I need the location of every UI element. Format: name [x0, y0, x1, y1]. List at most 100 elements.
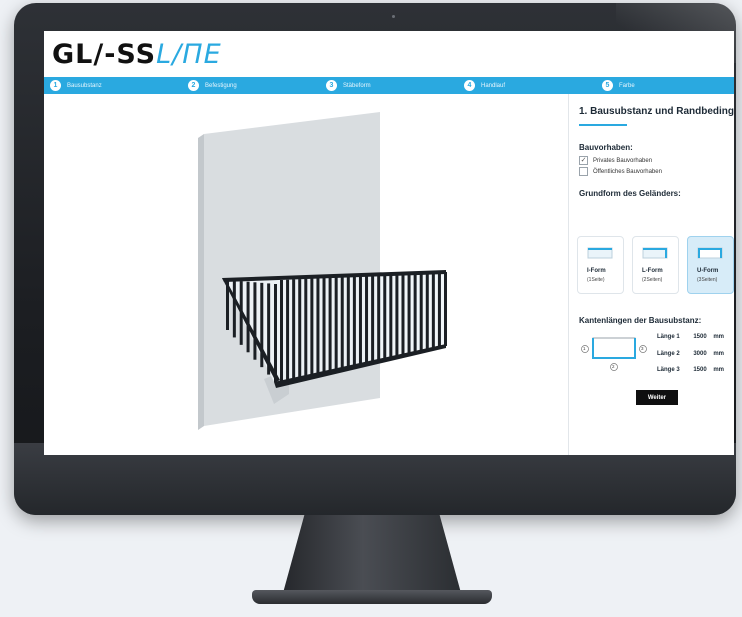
shape-name: U-Form — [697, 268, 719, 274]
edge-value[interactable]: 1500 — [689, 334, 706, 340]
railing-picket — [310, 278, 314, 377]
shape-cards: I-Form (1Seite) L-Form (2Seiten) U-Form … — [577, 236, 734, 294]
railing-picket — [383, 274, 387, 361]
edge-length-row: Länge 2 3000 mm — [657, 351, 724, 357]
checkbox-unchecked[interactable] — [579, 167, 588, 176]
wall-side-face — [198, 134, 204, 430]
glassline-logo: GL/-SSL/ΠE — [52, 39, 222, 71]
edge-name: Länge 1 — [657, 334, 680, 340]
step-navigation: 1 Bausubstanz 2 Befestigung 3 Stäbeform … — [44, 77, 734, 94]
railing-picket — [328, 277, 332, 373]
railing-picket-side — [232, 280, 236, 338]
option-label: Öffentliches Bauvorhaben — [593, 168, 662, 175]
edges-label: Kantenlängen der Bausubstanz: — [579, 316, 702, 325]
edge-marker: 1 — [583, 346, 586, 351]
railing-picket — [419, 273, 423, 352]
step-number: 3 — [326, 80, 337, 91]
monitor-stand — [283, 515, 461, 593]
step-4-handlauf[interactable]: 4 Handlauf — [458, 77, 596, 94]
logo-text-blue: L/ΠE — [156, 39, 222, 70]
railing-picket — [395, 274, 399, 358]
railing-picket — [334, 277, 338, 372]
step-1-bausubstanz[interactable]: 1 Bausubstanz — [44, 77, 182, 94]
step-3-staebeform[interactable]: 3 Stäbeform — [320, 77, 458, 94]
u-form-icon — [697, 247, 723, 259]
i-form-icon — [587, 247, 613, 259]
step-label: Befestigung — [205, 82, 237, 89]
step-label: Handlauf — [481, 82, 506, 89]
camera-dot — [392, 15, 395, 18]
railing-picket — [340, 277, 344, 370]
railing-picket — [377, 275, 381, 362]
railing-picket — [298, 279, 302, 380]
screen: GL/-SSL/ΠE 1 Bausubstanz 2 Befestigung 3… — [44, 31, 734, 455]
railing-picket — [316, 278, 320, 376]
config-panel: 1. Bausubstanz und Randbedingungen Bauvo… — [568, 94, 734, 455]
railing-picket-side — [274, 284, 277, 382]
railing-picket — [407, 273, 411, 355]
edge-value[interactable]: 3000 — [689, 351, 706, 357]
railing-picket — [322, 277, 326, 375]
monitor-frame: GL/-SSL/ΠE 1 Bausubstanz 2 Befestigung 3… — [14, 3, 736, 515]
edge-length-row: Länge 1 1500 mm — [657, 334, 724, 340]
3d-viewport[interactable] — [44, 94, 564, 455]
railing-picket — [292, 279, 296, 382]
railing-picket — [425, 272, 429, 351]
step-label: Stäbeform — [343, 82, 371, 89]
step-5-farbe[interactable]: 5 Farbe — [596, 77, 734, 94]
step-number: 4 — [464, 80, 475, 91]
step-number: 5 — [602, 80, 613, 91]
step-label: Farbe — [619, 82, 635, 89]
shape-card-l-form[interactable]: L-Form (2Seiten) — [632, 236, 679, 294]
edge-marker: 3 — [641, 346, 644, 351]
monitor-base — [252, 590, 492, 604]
option-private[interactable]: ✓ Privates Bauvorhaben — [579, 156, 652, 165]
railing-picket — [444, 272, 447, 346]
railing-picket — [304, 278, 308, 379]
railing-picket — [413, 273, 417, 354]
l-form-icon — [642, 247, 668, 259]
railing-picket-side — [246, 281, 250, 353]
shape-card-i-form[interactable]: I-Form (1Seite) — [577, 236, 624, 294]
railing-picket — [280, 280, 283, 384]
checkbox-checked[interactable]: ✓ — [579, 156, 588, 165]
railing-picket — [358, 276, 362, 366]
edge-value[interactable]: 1500 — [689, 367, 706, 373]
shape-name: L-Form — [642, 268, 663, 274]
edge-diagram — [581, 337, 647, 371]
railing-picket — [389, 274, 393, 359]
logo-text-dark: GL/-SS — [52, 39, 157, 70]
project-label: Bauvorhaben: — [579, 143, 633, 152]
edge-unit: mm — [713, 351, 725, 357]
railing-picket — [352, 276, 356, 368]
edge-unit: mm — [713, 334, 725, 340]
shape-sides: (2Seiten) — [642, 277, 663, 283]
option-public[interactable]: Öffentliches Bauvorhaben — [579, 167, 662, 176]
step-2-befestigung[interactable]: 2 Befestigung — [182, 77, 320, 94]
railing-picket — [346, 276, 350, 369]
shape-card-u-form[interactable]: U-Form (3Seiten) — [687, 236, 734, 294]
railing-picket — [286, 279, 290, 383]
edge-length-row: Länge 3 1500 mm — [657, 367, 724, 373]
railing-picket — [365, 275, 369, 365]
shape-sides: (1Seite) — [587, 277, 605, 283]
panel-title: 1. Bausubstanz und Randbedingungen — [579, 106, 734, 117]
railing-picket-side — [253, 282, 257, 360]
railing-picket — [401, 274, 405, 356]
balcony-render[interactable] — [44, 94, 564, 455]
railing-picket — [431, 272, 435, 349]
shape-sides: (3Seiten) — [697, 277, 718, 283]
step-label: Bausubstanz — [67, 82, 102, 89]
shape-label: Grundform des Geländers: — [579, 189, 681, 198]
title-underline — [579, 124, 627, 126]
step-number: 2 — [188, 80, 199, 91]
shape-name: I-Form — [587, 268, 606, 274]
edge-marker: 2 — [612, 364, 615, 369]
edge-name: Länge 2 — [657, 351, 680, 357]
edge-unit: mm — [713, 367, 725, 373]
railing-picket — [437, 272, 441, 348]
railing-picket — [371, 275, 375, 363]
step-number: 1 — [50, 80, 61, 91]
edge-name: Länge 3 — [657, 367, 680, 373]
next-button[interactable]: Weiter — [636, 390, 678, 405]
